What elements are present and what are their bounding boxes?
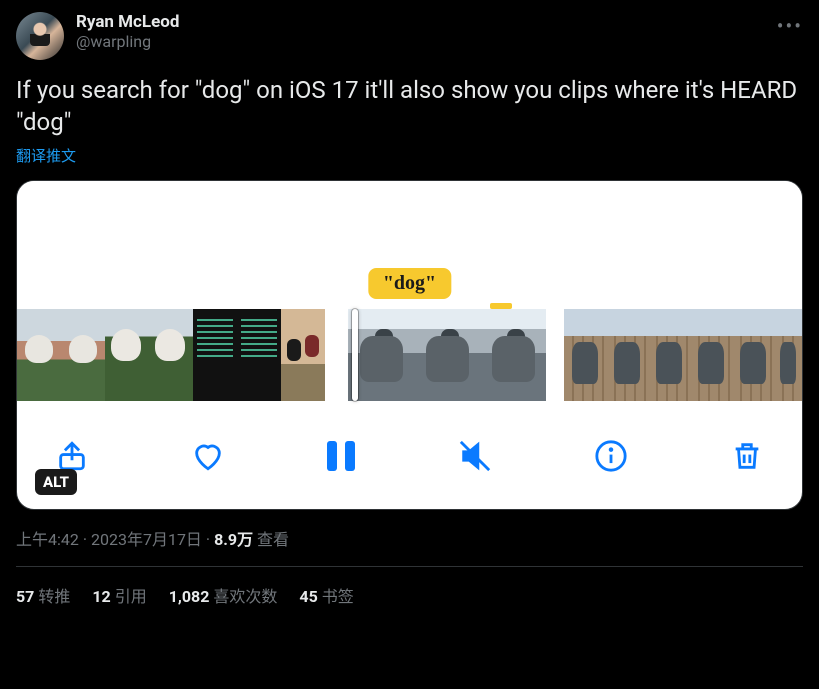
tweet-meta: 上午4:42 · 2023年7月17日 · 8.9万 查看: [16, 526, 803, 550]
quotes-label: 引用: [115, 587, 147, 606]
author-block[interactable]: Ryan McLeod @warpling: [76, 12, 765, 51]
video-frame: [690, 309, 732, 401]
tweet-text: If you search for "dog" on iOS 17 it'll …: [16, 74, 803, 139]
video-frame: [237, 309, 281, 401]
clip-group-2: [348, 309, 546, 401]
info-icon: [594, 439, 628, 473]
video-frame: [606, 309, 648, 401]
video-frame: [281, 309, 325, 401]
media-toolbar: [17, 401, 802, 491]
search-result-tag: "dog": [368, 268, 451, 299]
likes-count: 1,082: [169, 587, 210, 606]
delete-button[interactable]: [730, 439, 764, 473]
pause-button[interactable]: [327, 441, 355, 471]
quotes-stat[interactable]: 12 引用: [92, 583, 146, 607]
quotes-count: 12: [92, 587, 110, 606]
more-icon[interactable]: •••: [777, 12, 803, 38]
video-frame: [149, 309, 193, 401]
tweet-date[interactable]: 2023年7月17日: [91, 530, 202, 549]
alt-badge[interactable]: ALT: [35, 469, 77, 495]
video-frame: [193, 309, 237, 401]
video-frame: [648, 309, 690, 401]
playhead[interactable]: [352, 309, 358, 401]
video-frame: [348, 309, 414, 401]
heart-icon: [191, 439, 225, 473]
video-frame: [480, 309, 546, 401]
media-top: "dog": [17, 181, 802, 309]
video-frame: [774, 309, 802, 401]
clip-gap: [325, 309, 348, 401]
speaker-muted-icon: [458, 439, 492, 473]
media-card[interactable]: "dog": [16, 180, 803, 510]
views-label: 查看: [257, 530, 289, 549]
likes-label: 喜欢次数: [213, 587, 277, 606]
display-name: Ryan McLeod: [76, 12, 765, 32]
share-button[interactable]: [55, 439, 89, 473]
video-frame: [105, 309, 149, 401]
mute-button[interactable]: [458, 439, 492, 473]
like-button[interactable]: [191, 439, 225, 473]
share-icon: [55, 439, 89, 473]
info-button[interactable]: [594, 439, 628, 473]
clip-group-3: [564, 309, 802, 401]
likes-stat[interactable]: 1,082喜欢次数: [169, 583, 278, 607]
tweet-container: Ryan McLeod @warpling ••• If you search …: [0, 0, 819, 619]
bookmarks-count: 45: [299, 587, 317, 606]
tweet-time[interactable]: 上午4:42: [16, 530, 79, 549]
retweets-count: 57: [16, 587, 34, 606]
trash-icon: [730, 439, 764, 473]
video-frame: [414, 309, 480, 401]
handle: @warpling: [76, 32, 765, 51]
pause-icon: [327, 441, 355, 471]
bookmarks-label: 书签: [322, 587, 354, 606]
tweet-header: Ryan McLeod @warpling •••: [16, 12, 803, 60]
clip-group-1: [17, 309, 325, 401]
video-frame: [732, 309, 774, 401]
retweets-label: 转推: [38, 587, 70, 606]
avatar[interactable]: [16, 12, 64, 60]
stats-row: 57转推 12 引用 1,082喜欢次数 45 书签: [16, 567, 803, 607]
video-frame: [61, 309, 105, 401]
retweets-stat[interactable]: 57转推: [16, 583, 70, 607]
translate-link[interactable]: 翻译推文: [16, 145, 76, 166]
clip-gap: [546, 309, 564, 401]
views-count: 8.9万: [214, 530, 253, 549]
video-frame: [564, 309, 606, 401]
video-frame: [17, 309, 61, 401]
filmstrip[interactable]: [17, 309, 802, 401]
bookmarks-stat[interactable]: 45 书签: [299, 583, 353, 607]
